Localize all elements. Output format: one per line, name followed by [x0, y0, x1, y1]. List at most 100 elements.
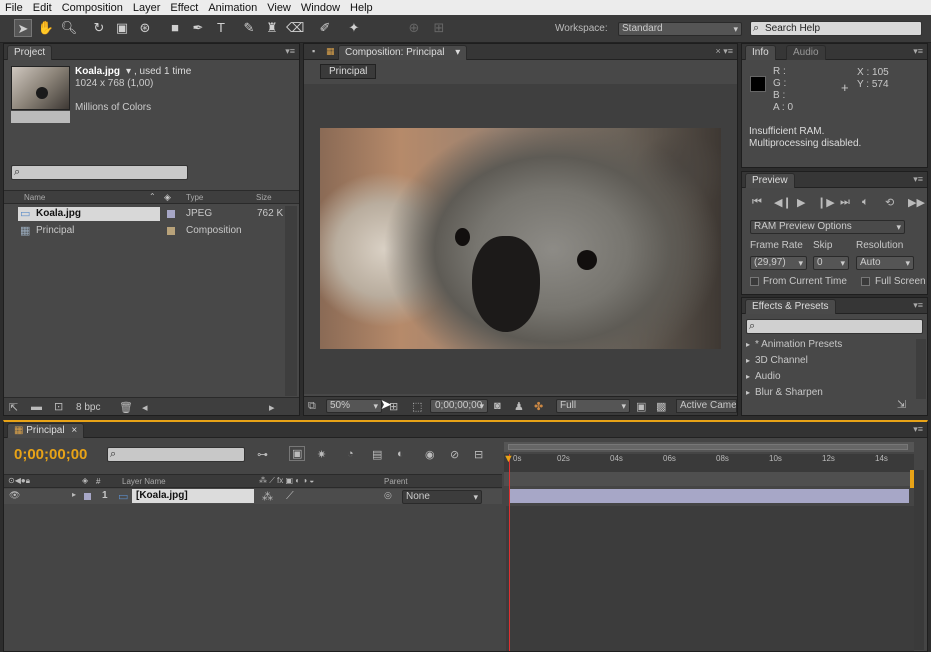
axis-mode-icon[interactable]: ⊕	[405, 19, 423, 37]
parent-dropdown[interactable]: None	[402, 490, 482, 504]
selection-tool-icon[interactable]: ➤	[14, 19, 32, 37]
comp-mini-flowchart-icon[interactable]: ⊶	[257, 448, 268, 461]
expand-arrow-icon[interactable]: ▸	[72, 490, 76, 499]
frame-rate-dropdown[interactable]: (29,97)	[750, 256, 807, 270]
panel-menu-icon[interactable]: ▾≡	[285, 46, 295, 57]
layer-name-field[interactable]: [Koala.jpg]	[132, 489, 254, 503]
label-color-swatch[interactable]	[167, 210, 175, 218]
hand-tool-icon[interactable]: ✋	[37, 19, 55, 37]
full-screen-checkbox[interactable]	[861, 277, 870, 286]
rectangle-tool-icon[interactable]: ■	[166, 19, 184, 37]
menu-help[interactable]: Help	[345, 2, 378, 14]
menu-window[interactable]: Window	[296, 2, 345, 14]
menu-edit[interactable]: Edit	[28, 2, 57, 14]
panel-menu-icon[interactable]: ▾≡	[913, 46, 923, 57]
effects-scrollbar[interactable]	[916, 339, 926, 399]
timeline-timecode[interactable]: 0;00;00;00	[14, 446, 87, 463]
brush-tool-icon[interactable]: ✎	[240, 19, 258, 37]
menu-view[interactable]: View	[262, 2, 296, 14]
bpc-label[interactable]: 8 bpc	[76, 402, 100, 413]
timeline-scrollbar[interactable]	[914, 470, 924, 650]
live-update-icon[interactable]: ▣	[289, 446, 306, 461]
label-tag-icon[interactable]: ◈	[164, 192, 171, 203]
label-tag-icon[interactable]: ◈	[82, 476, 88, 485]
region-of-interest-icon[interactable]: ▣	[636, 400, 646, 413]
list-item[interactable]: ▭ Koala.jpg JPEG 762 K	[4, 206, 299, 222]
tab-preview[interactable]: Preview	[745, 173, 795, 188]
shy-switch-icon[interactable]: ⁂	[262, 490, 273, 503]
audio-icon[interactable]: 🔈︎	[862, 196, 869, 209]
tab-info[interactable]: Info	[745, 45, 776, 60]
playhead-marker-icon[interactable]: ▼	[503, 453, 514, 465]
graph-editor-icon[interactable]: ⊟	[474, 448, 483, 461]
layer-label-swatch[interactable]	[84, 493, 91, 500]
draft-3d-icon[interactable]: ✷	[317, 448, 326, 461]
brainstorm-icon[interactable]: ◉	[425, 448, 435, 461]
next-frame-icon[interactable]: ❙▶︎	[817, 196, 835, 209]
loop-icon[interactable]: ⟲	[885, 196, 894, 209]
snapshot-icon[interactable]: ◙	[494, 400, 501, 412]
quality-switch-icon[interactable]: ⟋	[286, 490, 294, 503]
switches-icon[interactable]: ⁂ ⟋ fx ▣ ◐ ◑ ◒	[259, 476, 314, 486]
active-camera-dropdown[interactable]: Active Came	[676, 399, 737, 413]
ram-preview-icon[interactable]: ▶▶	[908, 196, 925, 209]
previous-frame-icon[interactable]: ◀︎❙	[774, 196, 792, 209]
visibility-eye-icon[interactable]: 👁︎	[9, 490, 20, 501]
search-help-field[interactable]: ⌕ Search Help	[750, 21, 922, 36]
pick-whip-icon[interactable]: ◎	[384, 490, 392, 501]
roto-brush-tool-icon[interactable]: ✐	[316, 19, 334, 37]
channel-icon[interactable]: ✤	[534, 400, 543, 413]
last-frame-icon[interactable]: ⏭	[840, 196, 850, 209]
tab-effects-presets[interactable]: Effects & Presets	[745, 299, 836, 314]
menu-layer[interactable]: Layer	[128, 2, 166, 14]
panel-menu-icon[interactable]: ▾≡	[913, 300, 923, 311]
tab-composition[interactable]: Composition: Principal ▾	[338, 45, 468, 60]
workspace-dropdown[interactable]: Standard	[618, 22, 742, 36]
work-area-end-marker[interactable]	[910, 470, 914, 488]
new-composition-icon[interactable]: ⊡	[54, 400, 63, 413]
project-scrollbar[interactable]	[285, 206, 297, 396]
from-current-time-checkbox[interactable]	[750, 277, 759, 286]
world-axis-icon[interactable]: ⊞	[430, 19, 448, 37]
menu-effect[interactable]: Effect	[165, 2, 203, 14]
clone-stamp-tool-icon[interactable]: ♜	[263, 19, 281, 37]
ram-preview-options-dropdown[interactable]: RAM Preview Options	[750, 220, 905, 234]
tab-project[interactable]: Project	[7, 45, 53, 60]
scroll-left-icon[interactable]: ◂	[142, 401, 148, 414]
safe-zones-icon[interactable]: ⬚	[412, 400, 422, 413]
auto-keyframe-icon[interactable]: ⊘	[450, 448, 459, 461]
col-parent[interactable]: Parent	[384, 477, 408, 486]
chevron-down-icon[interactable]: ▾	[126, 66, 131, 77]
comp-breadcrumb[interactable]: Principal	[320, 64, 377, 79]
motion-blur-icon[interactable]: ◐	[397, 448, 404, 460]
play-icon[interactable]: ▶	[797, 196, 805, 209]
layer-number-header[interactable]: #	[96, 477, 100, 486]
text-tool-icon[interactable]: T	[212, 19, 230, 37]
col-layer-name[interactable]: Layer Name	[122, 477, 166, 486]
work-area-bar[interactable]	[504, 442, 914, 452]
resolution-dropdown[interactable]: Full	[556, 399, 630, 413]
table-row[interactable]: 👁︎ ▸ 1 ▭ [Koala.jpg] ⁂ ⟋ ◎ None	[4, 489, 502, 504]
tab-audio[interactable]: Audio	[786, 45, 826, 60]
col-size[interactable]: Size	[256, 193, 272, 202]
trash-icon[interactable]: 🗑︎	[119, 401, 133, 414]
transparency-grid-icon[interactable]: ▩	[656, 400, 666, 413]
panel-menu-icon[interactable]: × ▾≡	[715, 46, 733, 57]
av-features-icon[interactable]: ⊙◀︎●🔒︎	[8, 476, 30, 486]
pan-behind-tool-icon[interactable]: ⊛	[136, 19, 154, 37]
list-item[interactable]: ▦ Principal Composition	[4, 223, 299, 239]
chevron-down-icon[interactable]: ▾	[455, 47, 460, 58]
camera-tool-icon[interactable]: ▣	[113, 19, 131, 37]
tab-timeline-principal[interactable]: ▦ Principal ×	[7, 423, 85, 438]
playhead-line[interactable]	[509, 454, 510, 651]
layer-duration-bar[interactable]	[509, 489, 909, 503]
scroll-right-icon[interactable]: ▸	[269, 401, 275, 414]
comp-timecode[interactable]: 0;00;00;00	[430, 399, 488, 413]
hide-shy-layers-icon[interactable]: ◔	[347, 448, 354, 460]
sort-arrow-icon[interactable]: ⌃	[149, 192, 156, 201]
col-name[interactable]: Name	[24, 193, 45, 202]
timeline-search-input[interactable]: ⌕	[107, 447, 245, 462]
effects-search-input[interactable]: ⌕	[746, 319, 923, 334]
new-folder-icon[interactable]: ⇲	[897, 398, 906, 411]
frame-blending-icon[interactable]: ▤	[372, 448, 382, 461]
